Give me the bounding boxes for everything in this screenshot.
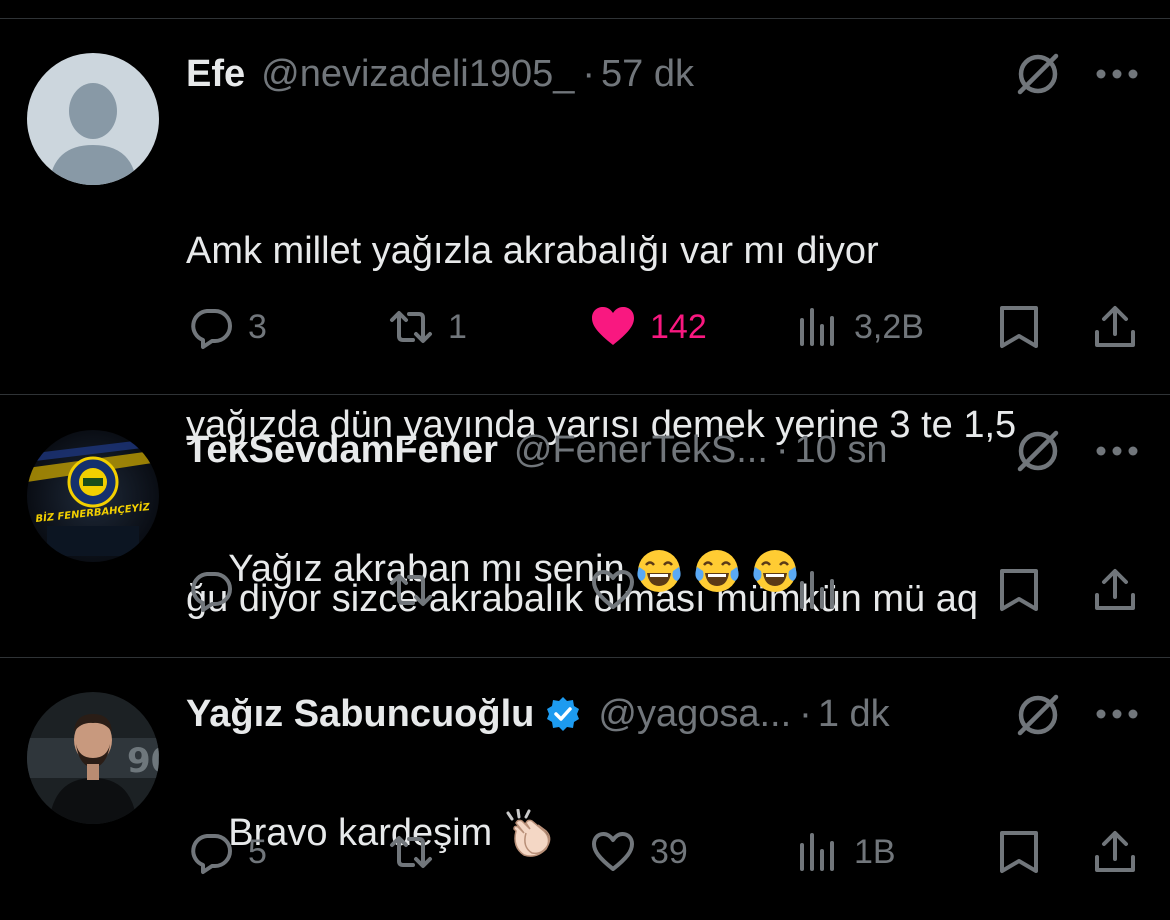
bookmark-button[interactable] bbox=[996, 822, 1042, 882]
retweet-icon bbox=[390, 836, 432, 868]
share-button[interactable] bbox=[1092, 560, 1138, 620]
grok-icon[interactable] bbox=[1012, 425, 1064, 477]
bookmark-button[interactable] bbox=[996, 297, 1042, 357]
avatar[interactable] bbox=[27, 53, 159, 185]
reply-count: 3 bbox=[248, 307, 267, 346]
verified-badge-icon bbox=[547, 697, 580, 731]
retweet-button[interactable]: 1 bbox=[388, 297, 467, 357]
user-handle[interactable]: @yagosa... bbox=[598, 693, 791, 736]
separator: · bbox=[799, 692, 812, 735]
retweet-button[interactable] bbox=[388, 822, 448, 882]
retweet-icon bbox=[390, 574, 432, 606]
svg-text:90: 90 bbox=[127, 741, 159, 781]
bookmark-icon bbox=[1000, 569, 1038, 611]
like-button[interactable]: 39 bbox=[590, 822, 688, 882]
display-name[interactable]: Efe bbox=[186, 53, 245, 96]
bookmark-icon bbox=[1000, 831, 1038, 873]
grok-icon[interactable] bbox=[1012, 689, 1064, 741]
like-count: 142 bbox=[650, 307, 707, 346]
timestamp[interactable]: 10 sn bbox=[795, 429, 888, 472]
tweet-3[interactable]: 90 Yağız Sabuncuoğlu @yagosa... · 1 dk B… bbox=[0, 658, 1170, 900]
views-count: 3,2B bbox=[854, 307, 924, 346]
views-count: 1B bbox=[854, 832, 896, 871]
views-button[interactable]: 3,2B bbox=[794, 297, 924, 357]
like-count: 39 bbox=[650, 832, 688, 871]
views-icon bbox=[800, 308, 834, 346]
more-icon[interactable] bbox=[1094, 444, 1140, 458]
separator: · bbox=[582, 52, 596, 95]
action-bar bbox=[0, 560, 1170, 620]
bookmark-button[interactable] bbox=[996, 560, 1042, 620]
separator: · bbox=[775, 428, 789, 471]
retweet-button[interactable] bbox=[388, 560, 448, 620]
retweet-count: 1 bbox=[448, 307, 467, 346]
reply-button[interactable]: 5 bbox=[188, 822, 267, 882]
like-icon bbox=[592, 832, 634, 871]
action-bar: 3 1 142 3,2B bbox=[0, 297, 1170, 357]
tweet-header: Yağız Sabuncuoğlu @yagosa... · 1 dk bbox=[186, 689, 890, 739]
share-button[interactable] bbox=[1092, 297, 1138, 357]
timestamp[interactable]: 57 dk bbox=[601, 53, 694, 96]
more-icon[interactable] bbox=[1094, 67, 1140, 81]
views-button[interactable] bbox=[794, 560, 854, 620]
reply-button[interactable] bbox=[188, 560, 248, 620]
share-button[interactable] bbox=[1092, 822, 1138, 882]
timestamp[interactable]: 1 dk bbox=[818, 693, 890, 736]
reply-icon bbox=[191, 834, 232, 874]
display-name[interactable]: TekSevdamFener bbox=[186, 429, 498, 472]
tweet-header: TekSevdamFener @FenerTekS... · 10 sn bbox=[186, 425, 888, 475]
views-icon bbox=[800, 833, 834, 871]
action-bar: 5 39 1B bbox=[0, 822, 1170, 882]
like-icon bbox=[592, 570, 634, 609]
views-icon bbox=[800, 571, 834, 609]
user-handle[interactable]: @FenerTekS... bbox=[514, 429, 768, 472]
reply-button[interactable]: 3 bbox=[188, 297, 267, 357]
avatar[interactable]: 90 bbox=[27, 692, 159, 824]
like-button[interactable] bbox=[590, 560, 650, 620]
tweet-header: Efe @nevizadeli1905_ · 57 dk bbox=[186, 49, 694, 99]
display-name[interactable]: Yağız Sabuncuoğlu bbox=[186, 693, 534, 736]
bookmark-icon bbox=[1000, 306, 1038, 348]
like-icon bbox=[592, 307, 634, 345]
share-icon bbox=[1095, 306, 1135, 347]
avatar[interactable]: BİZ FENERBAHÇEYİZ bbox=[27, 430, 159, 562]
retweet-icon bbox=[390, 311, 432, 343]
reply-icon bbox=[191, 572, 232, 612]
tweet-1[interactable]: Efe @nevizadeli1905_ · 57 dk Amk millet … bbox=[0, 0, 1170, 620]
more-icon[interactable] bbox=[1094, 707, 1140, 721]
like-button[interactable]: 142 bbox=[590, 297, 707, 357]
reply-icon bbox=[191, 309, 232, 349]
tweet-text-line: Amk millet yağızla akrabalığı var mı diy… bbox=[186, 230, 879, 272]
user-handle[interactable]: @nevizadeli1905_ bbox=[261, 53, 574, 96]
share-icon bbox=[1095, 569, 1135, 610]
share-icon bbox=[1095, 831, 1135, 872]
tweet-2[interactable]: BİZ FENERBAHÇEYİZ TekSevdamFener @FenerT… bbox=[0, 395, 1170, 657]
grok-icon[interactable] bbox=[1012, 48, 1064, 100]
views-button[interactable]: 1B bbox=[794, 822, 896, 882]
reply-count: 5 bbox=[248, 832, 267, 871]
